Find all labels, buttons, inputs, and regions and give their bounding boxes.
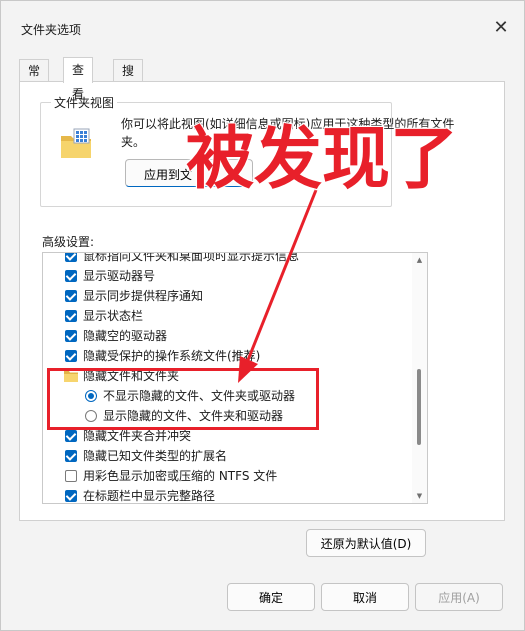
setting-checkbox[interactable]	[65, 253, 77, 262]
setting-label: 不显示隐藏的文件、文件夹或驱动器	[103, 389, 296, 403]
cancel-button[interactable]: 取消	[321, 583, 409, 611]
setting-checkbox[interactable]	[65, 290, 77, 302]
setting-label: 隐藏空的驱动器	[83, 329, 168, 343]
setting-label: 在标题栏中显示完整路径	[83, 489, 216, 503]
setting-checkbox[interactable]	[65, 490, 77, 502]
setting-label: 隐藏受保护的操作系统文件(推荐)	[83, 349, 261, 363]
setting-row[interactable]: 隐藏受保护的操作系统文件(推荐)	[43, 346, 411, 366]
scroll-down-icon[interactable]: ▼	[412, 489, 427, 503]
folder-view-icon	[61, 128, 91, 158]
tab-search[interactable]: 搜索	[113, 59, 144, 100]
folder-options-dialog: 文件夹选项 ✕ 常规 查看 搜索 文件夹视图 你可以将此视图	[0, 0, 525, 631]
dialog-title: 文件夹选项	[21, 23, 82, 37]
setting-row[interactable]: 在标题栏中显示完整路径	[43, 486, 411, 503]
advanced-settings-scrollbar[interactable]: ▲ ▼	[412, 253, 427, 503]
setting-label: 显示状态栏	[83, 309, 144, 323]
setting-label: 显示同步提供程序通知	[83, 289, 204, 303]
setting-checkbox[interactable]	[65, 470, 77, 482]
setting-checkbox[interactable]	[65, 430, 77, 442]
folder-icon	[64, 371, 78, 382]
scrollbar-thumb[interactable]	[417, 369, 421, 445]
folder-views-description: 你可以将此视图(如详细信息或图标)应用于这种类型的所有文件夹。	[121, 117, 455, 149]
setting-row[interactable]: 隐藏文件和文件夹	[43, 366, 411, 386]
setting-checkbox[interactable]	[65, 270, 77, 282]
setting-row[interactable]: 不显示隐藏的文件、文件夹或驱动器	[43, 386, 411, 406]
folder-views-group: 文件夹视图 你可以将此视图(如详细信息或图标)应用于这种类型的所有文件夹。 应用…	[40, 94, 454, 207]
advanced-settings-items: 鼠标指向文件夹和桌面项时显示提示信息 显示驱动器号显示同步提供程序通知 显示状态栏隐…	[43, 252, 411, 503]
apply-button[interactable]: 应用(A)	[415, 583, 503, 611]
setting-row[interactable]: 显示隐藏的文件、文件夹和驱动器	[43, 406, 411, 426]
restore-defaults-button[interactable]: 还原为默认值(D)	[306, 529, 426, 557]
setting-row[interactable]: 隐藏已知文件类型的扩展名	[43, 446, 411, 466]
setting-row[interactable]: 显示驱动器号	[43, 266, 411, 286]
setting-label: 鼠标指向文件夹和桌面项时显示提示信息	[83, 252, 300, 263]
setting-row[interactable]: 用彩色显示加密或压缩的 NTFS 文件	[43, 466, 411, 486]
setting-label: 显示隐藏的文件、文件夹和驱动器	[103, 409, 284, 423]
setting-label: 显示驱动器号	[83, 269, 156, 283]
setting-label: 隐藏已知文件类型的扩展名	[83, 449, 228, 463]
tab-view[interactable]: 查看	[63, 57, 94, 101]
setting-label: 隐藏文件夹合并冲突	[83, 429, 192, 443]
setting-checkbox[interactable]	[65, 350, 77, 362]
advanced-settings-list[interactable]: 鼠标指向文件夹和桌面项时显示提示信息 显示驱动器号显示同步提供程序通知 显示状态栏隐…	[42, 252, 428, 504]
setting-checkbox[interactable]	[65, 310, 77, 322]
setting-radio[interactable]	[85, 410, 97, 422]
title-bar[interactable]: 文件夹选项 ✕	[1, 1, 524, 45]
setting-row[interactable]: 显示状态栏	[43, 306, 411, 326]
setting-label: 用彩色显示加密或压缩的 NTFS 文件	[83, 469, 278, 483]
setting-row[interactable]: 显示同步提供程序通知	[43, 286, 411, 306]
setting-row[interactable]: 隐藏空的驱动器	[43, 326, 411, 346]
apply-to-folders-button[interactable]: 应用到文	[125, 159, 253, 187]
close-button[interactable]: ✕	[490, 17, 512, 39]
setting-checkbox[interactable]	[65, 330, 77, 342]
tab-general[interactable]: 常规	[19, 59, 50, 100]
setting-row[interactable]: 鼠标指向文件夹和桌面项时显示提示信息	[43, 252, 411, 266]
ok-button[interactable]: 确定	[227, 583, 315, 611]
view-tab-panel: 文件夹视图 你可以将此视图(如详细信息或图标)应用于这种类型的所有文件夹。 应用…	[19, 81, 505, 557]
setting-checkbox[interactable]	[65, 450, 77, 462]
scroll-up-icon[interactable]: ▲	[412, 253, 427, 267]
setting-row[interactable]: 隐藏文件夹合并冲突	[43, 426, 411, 446]
setting-label: 隐藏文件和文件夹	[83, 369, 180, 383]
setting-radio[interactable]	[85, 390, 97, 402]
advanced-settings-label: 高级设置:	[42, 235, 95, 249]
